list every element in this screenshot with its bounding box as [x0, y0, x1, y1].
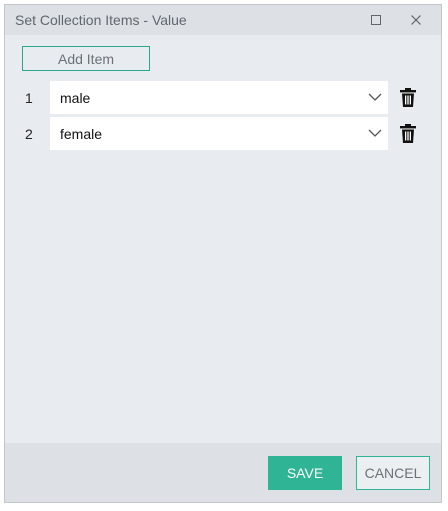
cancel-button[interactable]: CANCEL	[356, 456, 430, 490]
save-button[interactable]: SAVE	[268, 456, 342, 490]
maximize-icon	[371, 15, 381, 25]
chevron-down-icon	[368, 93, 382, 101]
item-value-select[interactable]: female	[50, 117, 388, 150]
item-index: 1	[25, 90, 33, 106]
collection-items-dialog: Set Collection Items - Value Add Item 1 …	[4, 4, 442, 503]
chevron-down-icon	[368, 129, 382, 137]
item-value-select[interactable]: male	[50, 81, 388, 114]
delete-item-icon[interactable]	[400, 88, 416, 107]
selected-value: male	[60, 90, 91, 106]
selected-value: female	[60, 126, 103, 142]
delete-item-icon[interactable]	[400, 124, 416, 143]
maximize-button[interactable]	[366, 10, 386, 30]
window-title: Set Collection Items - Value	[15, 12, 187, 28]
close-button[interactable]	[406, 10, 426, 30]
dialog-footer: SAVE CANCEL	[5, 443, 441, 502]
collection-item-row: 2 female	[5, 117, 441, 150]
item-index: 2	[25, 126, 33, 142]
title-bar: Set Collection Items - Value	[5, 5, 441, 35]
collection-item-row: 1 male	[5, 81, 441, 114]
add-item-button[interactable]: Add Item	[22, 46, 150, 71]
close-icon	[411, 15, 421, 25]
